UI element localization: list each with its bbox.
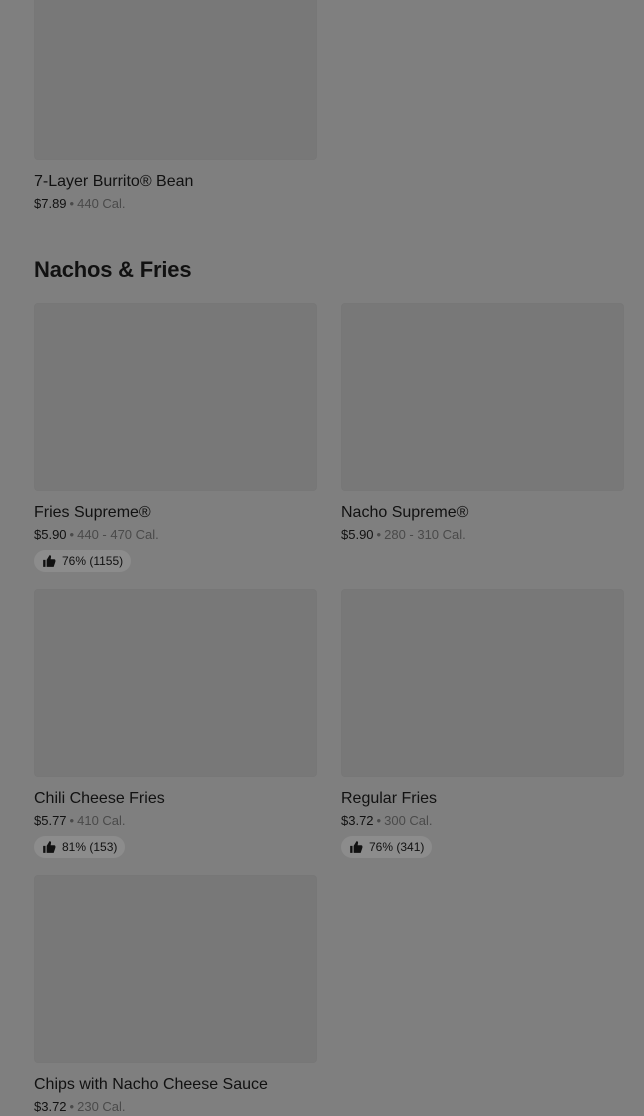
menu-page: 7-Layer Burrito® Bean $7.89 • 440 Cal. Nac…	[0, 0, 644, 1114]
item-image	[341, 303, 624, 491]
item-calories: 300 Cal.	[384, 813, 433, 828]
rating-badge: 76% (1155)	[34, 550, 132, 572]
separator: •	[69, 527, 75, 542]
item-name: Nacho Supreme®	[341, 504, 469, 521]
rating-badge: 76% (341)	[341, 836, 433, 858]
menu-item-card[interactable]: Nacho Supreme® $5.90 • 280 - 310 Cal.	[341, 303, 624, 544]
item-image	[34, 0, 317, 160]
item-calories: 230 Cal.	[77, 1099, 126, 1114]
item-price: $5.77	[34, 813, 67, 828]
item-name: Fries Supreme®	[34, 504, 151, 521]
section-title: Nachos & Fries	[34, 257, 192, 282]
item-meta: $7.89 • 440 Cal.	[34, 195, 317, 213]
separator: •	[376, 527, 382, 542]
thumbs-up-icon	[42, 554, 56, 568]
item-name: Regular Fries	[341, 790, 438, 807]
rating-text: 81% (153)	[62, 840, 118, 854]
item-meta: $3.72 • 300 Cal.	[341, 812, 624, 830]
rating-badge: 81% (153)	[34, 836, 126, 858]
thumbs-up-icon	[349, 840, 363, 854]
item-calories: 280 - 310 Cal.	[384, 527, 466, 542]
separator: •	[69, 196, 75, 211]
menu-item-card[interactable]: Chips with Nacho Cheese Sauce $3.72 • 230 …	[34, 875, 317, 1116]
item-meta: $5.90 • 280 - 310 Cal.	[341, 526, 624, 544]
item-meta: $3.72 • 230 Cal.	[34, 1098, 317, 1116]
separator: •	[69, 1099, 75, 1114]
rating-text: 76% (341)	[369, 840, 425, 854]
menu-item-card[interactable]: 7-Layer Burrito® Bean $7.89 • 440 Cal.	[34, 0, 317, 213]
separator: •	[376, 813, 382, 828]
item-name: Chili Cheese Fries	[34, 790, 165, 807]
item-image	[34, 589, 317, 777]
thumbs-up-icon	[42, 840, 56, 854]
item-meta: $5.77 • 410 Cal.	[34, 812, 317, 830]
item-name: Chips with Nacho Cheese Sauce	[34, 1076, 268, 1093]
item-price: $3.72	[341, 813, 374, 828]
item-image	[341, 589, 624, 777]
item-calories: 440 Cal.	[77, 196, 126, 211]
item-calories: 410 Cal.	[77, 813, 126, 828]
item-meta: $5.90 • 440 - 470 Cal.	[34, 526, 317, 544]
item-name: 7-Layer Burrito® Bean	[34, 173, 194, 190]
item-image	[34, 875, 317, 1063]
item-price: $5.90	[341, 527, 374, 542]
menu-item-card[interactable]: Fries Supreme® $5.90 • 440 - 470 Cal. 76% …	[34, 303, 317, 573]
item-price: $3.72	[34, 1099, 67, 1114]
rating-text: 76% (1155)	[62, 554, 124, 568]
item-image	[34, 303, 317, 491]
item-price: $5.90	[34, 527, 67, 542]
menu-item-card[interactable]: Chili Cheese Fries $5.77 • 410 Cal. 81% (1…	[34, 589, 317, 859]
item-price: $7.89	[34, 196, 67, 211]
menu-item-card[interactable]: Regular Fries $3.72 • 300 Cal. 76% (341)	[341, 589, 624, 859]
separator: •	[69, 813, 75, 828]
item-calories: 440 - 470 Cal.	[77, 527, 159, 542]
